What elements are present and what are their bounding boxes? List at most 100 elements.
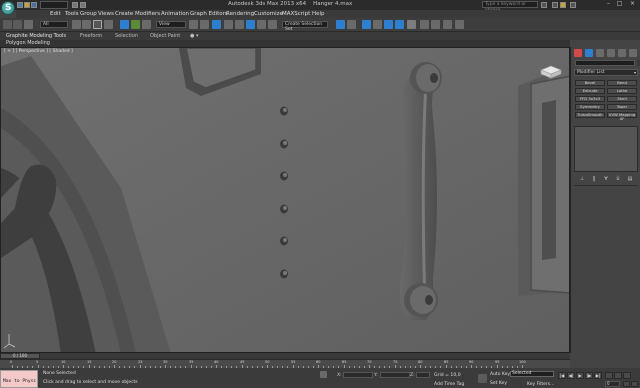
modifier-button-shell[interactable]: Shell <box>607 96 637 102</box>
motion-tab-icon[interactable] <box>607 49 615 57</box>
field-of-view-icon[interactable] <box>614 372 622 379</box>
modifier-button-taper[interactable]: Taper <box>607 104 637 110</box>
schematic-view-icon[interactable] <box>395 20 404 29</box>
polygon-modeling-label[interactable]: Polygon Modeling <box>6 40 50 47</box>
maximize-viewport-icon[interactable] <box>631 381 638 387</box>
create-tab-icon[interactable] <box>574 49 582 57</box>
menu-animation[interactable]: Animation <box>161 10 189 18</box>
modifier-button-bevel[interactable]: Bevel <box>575 80 605 86</box>
keyboard-shortcut-override-icon[interactable] <box>212 20 221 29</box>
auto-key-button[interactable]: Auto Key <box>490 372 510 377</box>
menu-help[interactable]: Help <box>312 10 325 18</box>
menu-create[interactable]: Create <box>115 10 133 18</box>
modifier-list-dropdown[interactable]: Modifier List ▾ <box>574 69 638 76</box>
modifier-button-extrude[interactable]: Extrude <box>575 88 605 94</box>
menu-tools[interactable]: Tools <box>65 10 79 18</box>
render-setup-icon[interactable] <box>420 20 429 29</box>
material-editor-icon[interactable] <box>407 20 416 29</box>
modifier-button-lathe[interactable]: Lathe <box>607 88 637 94</box>
modifier-button-ffd[interactable]: FFD 3x3x3 <box>575 96 605 102</box>
select-and-move-icon[interactable] <box>120 20 129 29</box>
utilities-tab-icon[interactable] <box>629 49 637 57</box>
undo-icon[interactable] <box>72 2 78 8</box>
tab-graphite-modeling-tools[interactable]: Graphite Modeling Tools <box>6 32 66 40</box>
pin-stack-icon[interactable]: ⊥ <box>579 176 585 182</box>
go-to-end-icon[interactable]: ▶| <box>594 372 602 379</box>
z-coordinate-field[interactable] <box>416 372 430 378</box>
pivot-center-icon[interactable] <box>189 20 198 29</box>
ribbon-options-icon[interactable]: ● ▾ <box>190 32 198 40</box>
add-time-tag[interactable]: Add Time Tag <box>434 382 464 387</box>
zoom-extents-icon[interactable] <box>605 372 613 379</box>
modify-tab-icon[interactable] <box>585 49 593 57</box>
menu-group[interactable]: Group <box>80 10 97 18</box>
previous-frame-icon[interactable]: ◀| <box>567 372 575 379</box>
viewport-label[interactable]: [ + ] [ Perspective ] [ Shaded ] <box>4 49 73 54</box>
render-teapot-icon[interactable] <box>455 20 464 29</box>
menu-views[interactable]: Views <box>98 10 114 18</box>
modifier-button-turbosmooth[interactable]: TurboSmooth <box>575 112 605 118</box>
info-icon[interactable] <box>570 2 576 8</box>
curve-editor-icon[interactable] <box>384 20 393 29</box>
selected-dropdown[interactable]: Selected <box>510 371 554 377</box>
perspective-viewport[interactable]: [ + ] [ Perspective ] [ Shaded ] <box>0 47 570 353</box>
edit-named-selection-icon[interactable] <box>268 20 277 29</box>
select-and-manipulate-icon[interactable] <box>200 20 209 29</box>
graphite-toggle-icon[interactable] <box>373 20 382 29</box>
time-configuration-icon[interactable] <box>623 381 630 387</box>
tab-selection[interactable]: Selection <box>115 32 138 40</box>
menu-graph-editors[interactable]: Graph Editors <box>190 10 228 18</box>
display-tab-icon[interactable] <box>618 49 626 57</box>
set-key-button[interactable]: Set Key <box>490 381 507 386</box>
close-button[interactable]: × <box>628 1 637 8</box>
remove-modifier-icon[interactable]: ŭ <box>615 176 621 182</box>
angle-snap-icon[interactable] <box>235 20 244 29</box>
select-object-icon[interactable] <box>72 20 81 29</box>
search-input[interactable]: Type a keyword or phrase <box>482 1 538 13</box>
menu-edit[interactable]: Edit <box>50 10 61 18</box>
undo-toolbar-icon[interactable] <box>3 20 12 29</box>
menu-modifiers[interactable]: Modifiers <box>135 10 160 18</box>
named-selection-set-dropdown[interactable]: Create Selection Set <box>282 21 328 32</box>
app-logo-icon[interactable]: S <box>1 1 15 15</box>
modifier-button-uvw-mapping[interactable]: UVW Mapping XF <box>607 112 637 121</box>
search-icon[interactable] <box>541 2 547 8</box>
menu-maxscript[interactable]: MAXScript <box>282 10 310 18</box>
maxscript-text[interactable]: Max to Physc <box>3 379 36 384</box>
maximize-button[interactable]: □ <box>615 1 624 8</box>
key-filters-button[interactable]: Key Filters... <box>527 382 554 387</box>
minimize-button[interactable]: – <box>604 1 613 8</box>
go-to-start-icon[interactable]: |◀ <box>558 372 566 379</box>
modifier-stack[interactable] <box>574 126 638 172</box>
render-production-icon[interactable] <box>443 20 452 29</box>
snaps-toggle-icon[interactable] <box>224 20 233 29</box>
make-unique-icon[interactable]: ∀ <box>603 176 609 182</box>
spinner-snap-icon[interactable] <box>257 20 266 29</box>
percent-snap-icon[interactable] <box>246 20 255 29</box>
select-and-scale-icon[interactable] <box>142 20 151 29</box>
rendered-frame-window-icon[interactable] <box>431 20 440 29</box>
save-file-icon[interactable] <box>31 2 37 8</box>
favorites-icon[interactable] <box>560 2 566 8</box>
layer-manager-icon[interactable] <box>362 20 371 29</box>
window-crossing-icon[interactable] <box>104 20 113 29</box>
modifier-button-bend[interactable]: Bend <box>607 80 637 86</box>
hierarchy-tab-icon[interactable] <box>596 49 604 57</box>
object-name-field[interactable] <box>575 60 635 66</box>
redo-toolbar-icon[interactable] <box>13 20 22 29</box>
align-icon[interactable] <box>347 20 356 29</box>
orbit-icon[interactable] <box>623 372 631 379</box>
open-file-icon[interactable] <box>24 2 30 8</box>
play-icon[interactable]: ▶ <box>576 372 584 379</box>
help-icon[interactable] <box>552 2 558 8</box>
y-coordinate-field[interactable] <box>380 372 410 378</box>
rectangular-selection-icon[interactable] <box>93 20 102 29</box>
configure-modifier-sets-icon[interactable]: ▤ <box>627 176 633 182</box>
workspace-dropdown[interactable] <box>40 1 68 9</box>
lock-selection-icon[interactable] <box>320 371 327 378</box>
select-and-rotate-icon[interactable] <box>131 20 140 29</box>
select-by-name-icon[interactable] <box>82 20 91 29</box>
new-file-icon[interactable] <box>17 2 23 8</box>
key-mode-icon[interactable] <box>478 374 487 383</box>
current-frame-field[interactable]: 0 <box>605 381 620 387</box>
